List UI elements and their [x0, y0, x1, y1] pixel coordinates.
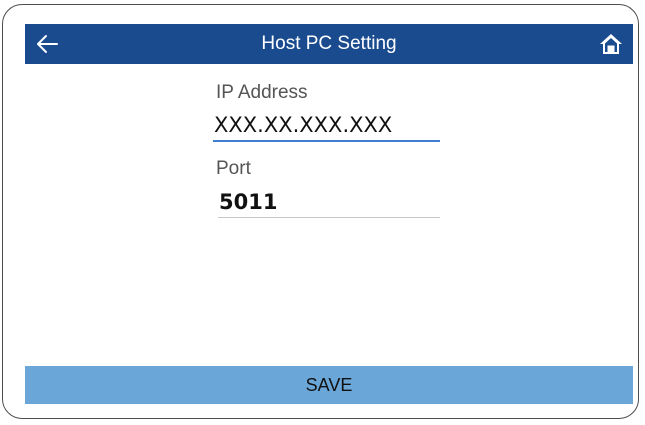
- save-button[interactable]: SAVE: [25, 366, 633, 404]
- arrow-left-icon: [37, 35, 58, 53]
- host-settings-form: IP Address Port: [213, 80, 442, 218]
- settings-screen: Host PC Setting IP Address Port SAVE: [25, 24, 633, 406]
- port-input[interactable]: [218, 186, 440, 218]
- ip-address-label: IP Address: [216, 82, 308, 103]
- home-icon: [600, 34, 622, 54]
- ip-address-input[interactable]: [213, 110, 440, 142]
- home-button[interactable]: [589, 24, 633, 64]
- back-button[interactable]: [25, 24, 69, 64]
- page-title: Host PC Setting: [261, 33, 397, 54]
- header-bar: Host PC Setting: [25, 24, 633, 64]
- port-label: Port: [216, 158, 251, 179]
